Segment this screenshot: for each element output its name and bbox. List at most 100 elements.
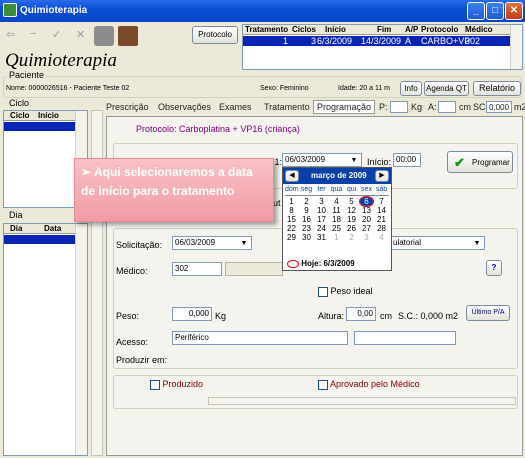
table-row[interactable]: 1 3 6/3/2009 14/3/2009 A CARBO+VP 302 bbox=[243, 36, 510, 46]
cancel-icon[interactable]: ✕ bbox=[76, 28, 85, 41]
d1-date-picker[interactable]: 06/03/2009 ▼ bbox=[282, 153, 362, 167]
calendar-day[interactable]: 29 bbox=[285, 233, 298, 242]
calendar-day[interactable]: 5 bbox=[345, 197, 358, 206]
calendar-day[interactable]: 30 bbox=[300, 233, 313, 242]
app-icon bbox=[3, 3, 17, 17]
calendar-header: ◀ março de 2009 ▶ bbox=[283, 168, 391, 184]
cell-protocolo: CARBO+VP bbox=[421, 36, 471, 46]
tab-prescricao[interactable]: Prescrição bbox=[106, 102, 149, 112]
calendar-day[interactable]: 26 bbox=[345, 224, 358, 233]
calendar-day[interactable]: 13 bbox=[360, 206, 373, 215]
calendar-day[interactable]: 1 bbox=[285, 197, 298, 206]
produzido-checkbox[interactable]: Produzido bbox=[150, 379, 203, 390]
p-input[interactable] bbox=[390, 101, 408, 113]
produzido-label: Produzido bbox=[162, 379, 204, 389]
a-input[interactable] bbox=[438, 101, 456, 113]
tipo-select[interactable]: ulatorial ▼ bbox=[390, 236, 485, 250]
calendar-day[interactable]: 9 bbox=[300, 206, 313, 215]
ciclo-legend: Ciclo bbox=[7, 98, 32, 108]
peso-input[interactable]: 0,000 bbox=[172, 307, 212, 321]
peso-ideal-checkbox[interactable]: Peso ideal bbox=[318, 286, 373, 297]
calendar-day[interactable]: 23 bbox=[300, 224, 313, 233]
calendar-day[interactable]: 22 bbox=[285, 224, 298, 233]
ultimo-pa-button[interactable]: Último P/A bbox=[466, 305, 510, 321]
medico-code-input[interactable]: 302 bbox=[172, 262, 222, 276]
tab-tratamento[interactable]: Tratamento bbox=[264, 102, 310, 112]
inicio-time-input[interactable]: 00:00 bbox=[393, 153, 421, 167]
calendar-weekday: sáb bbox=[375, 186, 388, 193]
calendar-today[interactable]: Hoje: 6/3/2009 bbox=[287, 259, 387, 270]
col-protocolo: Protocolo bbox=[421, 25, 459, 34]
dia-scrollbar[interactable] bbox=[75, 224, 87, 455]
calendar-day[interactable]: 21 bbox=[375, 215, 388, 224]
chevron-down-icon[interactable]: ▼ bbox=[238, 238, 250, 248]
protocolo-button[interactable]: Protocolo bbox=[192, 26, 238, 44]
sc-input[interactable]: 0,000 bbox=[486, 101, 512, 113]
checkbox-box[interactable] bbox=[318, 379, 328, 390]
close-button[interactable]: ✕ bbox=[505, 2, 523, 20]
first-record-icon[interactable]: ⇦ bbox=[6, 28, 15, 41]
checkbox-box[interactable] bbox=[150, 379, 160, 390]
confirm-icon[interactable]: ✓ bbox=[52, 28, 61, 41]
calendar-day[interactable]: 3 bbox=[315, 197, 328, 206]
list-item[interactable] bbox=[4, 235, 76, 244]
calendar-day[interactable]: 31 bbox=[315, 233, 328, 242]
calendar-day[interactable]: 14 bbox=[375, 206, 388, 215]
cell-ciclos: 3 bbox=[311, 36, 317, 46]
calendar-day[interactable]: 1 bbox=[330, 233, 343, 242]
calendar-day[interactable]: 3 bbox=[360, 233, 373, 242]
next-month-button[interactable]: ▶ bbox=[375, 170, 389, 182]
cell-tratamento: 1 bbox=[283, 36, 289, 46]
programar-button[interactable]: ✔ Programar bbox=[447, 151, 513, 173]
calendar-day[interactable]: 7 bbox=[375, 197, 388, 206]
calendar-day[interactable]: 2 bbox=[345, 233, 358, 242]
minus-icon[interactable]: − bbox=[30, 28, 36, 40]
cell-fim: 14/3/2009 bbox=[361, 36, 402, 46]
tab-bar: Prescrição Observações Exames Tratamento… bbox=[106, 100, 525, 117]
tutorial-callout: ➢ Aqui selecionaremos a data de início p… bbox=[74, 158, 274, 222]
calendar-day[interactable]: 2 bbox=[300, 197, 313, 206]
calendar-day[interactable]: 24 bbox=[315, 224, 328, 233]
maximize-button[interactable]: □ bbox=[486, 2, 504, 20]
altura-input[interactable]: 0,00 bbox=[346, 307, 376, 321]
table-scrollbar[interactable] bbox=[510, 25, 522, 69]
calendar-day[interactable]: 19 bbox=[345, 215, 358, 224]
list-item[interactable] bbox=[4, 122, 76, 131]
chevron-down-icon[interactable]: ▼ bbox=[348, 155, 360, 165]
tab-exames[interactable]: Exames bbox=[219, 102, 252, 112]
exit-door-icon[interactable] bbox=[118, 26, 138, 46]
tab-observacoes[interactable]: Observações bbox=[158, 102, 211, 112]
calendar-day[interactable]: 16 bbox=[300, 215, 313, 224]
info-button[interactable]: Info bbox=[400, 81, 422, 96]
calendar-day[interactable]: 27 bbox=[360, 224, 373, 233]
calendar-day[interactable]: 12 bbox=[345, 206, 358, 215]
calendar-day[interactable]: 4 bbox=[330, 197, 343, 206]
prev-month-button[interactable]: ◀ bbox=[285, 170, 299, 182]
solicitacao-date-picker[interactable]: 06/03/2009 ▼ bbox=[172, 236, 252, 250]
chevron-down-icon[interactable]: ▼ bbox=[471, 238, 483, 248]
calendar-day[interactable]: 25 bbox=[330, 224, 343, 233]
tab-programacao[interactable]: Programação bbox=[313, 100, 376, 114]
relatorio-button[interactable]: Relatório bbox=[473, 81, 521, 96]
agenda-qt-button[interactable]: Agenda QT bbox=[424, 81, 469, 96]
calendar-day[interactable]: 15 bbox=[285, 215, 298, 224]
calendar-day[interactable]: 17 bbox=[315, 215, 328, 224]
sc-text: S.C.: 0,000 m2 bbox=[398, 311, 459, 321]
aprovado-checkbox[interactable]: Aprovado pelo Médico bbox=[318, 379, 420, 390]
calendar-day[interactable]: 18 bbox=[330, 215, 343, 224]
calendar-day[interactable]: 11 bbox=[330, 206, 343, 215]
calendar-day[interactable]: 10 bbox=[315, 206, 328, 215]
calendar-day[interactable]: 28 bbox=[375, 224, 388, 233]
help-button[interactable]: ? bbox=[486, 260, 502, 276]
calendar-day[interactable]: 4 bbox=[375, 233, 388, 242]
calendar-day[interactable]: 6 bbox=[359, 196, 374, 207]
checkbox-box[interactable] bbox=[318, 286, 328, 297]
calendar-day[interactable]: 20 bbox=[360, 215, 373, 224]
printer-icon[interactable] bbox=[94, 26, 114, 46]
acesso-select[interactable]: Periférico bbox=[172, 331, 348, 345]
acesso-detail-input[interactable] bbox=[354, 331, 456, 345]
protocol-line: Protocolo: Carboplatina + VP16 (criança) bbox=[136, 124, 300, 134]
minimize-button[interactable]: _ bbox=[467, 2, 485, 20]
p-label: P: bbox=[379, 102, 388, 112]
calendar-day[interactable]: 8 bbox=[285, 206, 298, 215]
